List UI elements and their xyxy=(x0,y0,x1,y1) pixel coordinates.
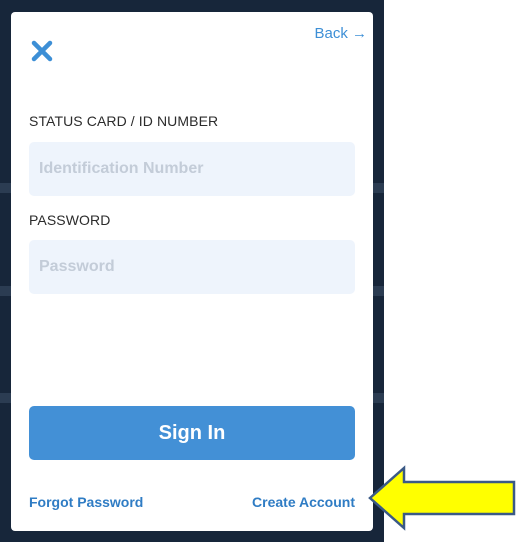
yellow-left-arrow-icon xyxy=(368,465,516,531)
back-link[interactable]: Back → xyxy=(314,25,367,42)
id-number-input[interactable] xyxy=(29,142,355,196)
login-modal: Back → STATUS CARD / ID NUMBER PASSWORD … xyxy=(11,12,373,531)
password-label: PASSWORD xyxy=(29,212,111,228)
screenshot-stage: Back → STATUS CARD / ID NUMBER PASSWORD … xyxy=(0,0,519,542)
close-x-icon xyxy=(31,40,53,62)
annotation-arrow xyxy=(366,464,518,537)
sign-in-button[interactable]: Sign In xyxy=(29,406,355,460)
password-input[interactable] xyxy=(29,240,355,294)
create-account-link[interactable]: Create Account xyxy=(252,494,355,510)
close-button[interactable] xyxy=(31,40,53,62)
forgot-password-link[interactable]: Forgot Password xyxy=(29,494,143,510)
id-number-label: STATUS CARD / ID NUMBER xyxy=(29,113,219,129)
